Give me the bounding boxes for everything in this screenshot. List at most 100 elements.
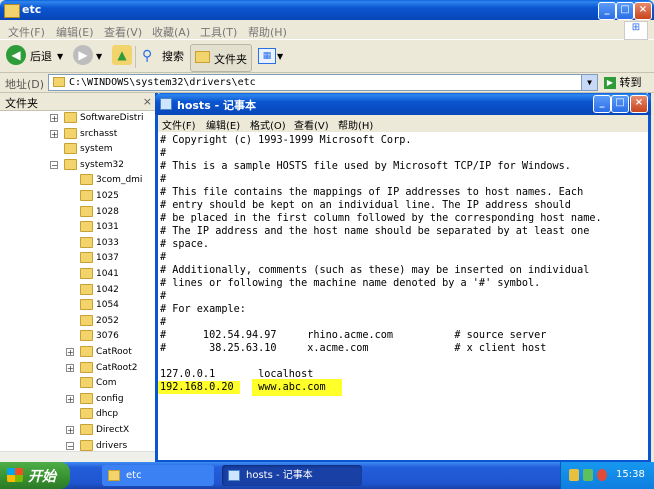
security-shield-icon[interactable] xyxy=(569,469,579,481)
tree-item[interactable]: 1041 xyxy=(0,267,156,281)
tree-item[interactable]: 3com_dmi xyxy=(0,173,156,187)
tree-item[interactable]: + config xyxy=(0,392,156,406)
system-tray: 15:38 xyxy=(560,462,654,489)
notepad-minimize-button[interactable]: _ xyxy=(593,95,611,113)
address-value: C:\WINDOWS\system32\drivers\etc xyxy=(69,77,256,88)
go-label: 转到 xyxy=(619,76,642,89)
notepad-menu-format[interactable]: 格式(O) xyxy=(250,117,286,132)
folder-icon xyxy=(80,439,93,451)
expand-toggle-icon[interactable]: − xyxy=(66,441,74,450)
start-button[interactable]: 开始 xyxy=(0,462,70,489)
notepad-text-area[interactable]: # Copyright (c) 1993-1999 Microsoft Corp… xyxy=(160,134,640,454)
expand-toggle-icon[interactable]: + xyxy=(66,426,74,435)
menu-edit[interactable]: 编辑(E) xyxy=(56,24,94,40)
notepad-menu-bar: 文件(F) 编辑(E) 格式(O) 查看(V) 帮助(H) xyxy=(158,115,648,132)
notepad-menu-help[interactable]: 帮助(H) xyxy=(338,117,373,132)
alert-icon[interactable] xyxy=(597,469,607,481)
folder-icon xyxy=(108,470,120,481)
forward-dropdown-icon[interactable]: ▼ xyxy=(96,45,102,69)
tree-item[interactable]: + DirectX xyxy=(0,423,156,437)
menu-help[interactable]: 帮助(H) xyxy=(248,24,287,40)
tree-item[interactable]: − system32 xyxy=(0,158,156,172)
tree-item[interactable]: Com xyxy=(0,376,156,390)
views-icon[interactable]: ▦ xyxy=(258,48,276,64)
folder-icon xyxy=(80,330,93,342)
tree-item-label: system32 xyxy=(80,159,124,170)
folder-icon xyxy=(80,236,93,248)
notepad-close-button[interactable]: × xyxy=(630,95,648,113)
go-button[interactable]: ▶ 转到 xyxy=(604,74,642,90)
folder-icon xyxy=(80,221,93,233)
explorer-toolbar: ◀ 后退 ▼ ▶ ▼ ▲ ⚲ 搜索 文件夹 ▦ ▼ xyxy=(0,41,654,73)
notepad-title: hosts - 记事本 xyxy=(177,99,256,112)
search-icon[interactable]: ⚲ xyxy=(142,48,152,64)
tree-item[interactable]: 1031 xyxy=(0,220,156,234)
toolbar-separator xyxy=(135,46,136,68)
tree-item[interactable]: 1033 xyxy=(0,236,156,250)
notepad-icon xyxy=(228,470,240,481)
taskbar-item-etc[interactable]: etc xyxy=(102,465,214,486)
expand-toggle-icon[interactable]: − xyxy=(50,160,58,169)
expand-toggle-icon[interactable]: + xyxy=(66,394,74,403)
network-icon[interactable] xyxy=(583,469,593,481)
tree-item[interactable]: 2052 xyxy=(0,314,156,328)
tree-item[interactable]: 1037 xyxy=(0,251,156,265)
folder-tree-scrollbar[interactable] xyxy=(0,451,156,462)
folder-icon xyxy=(64,127,77,139)
tree-item[interactable]: 1028 xyxy=(0,205,156,219)
notepad-maximize-button[interactable]: □ xyxy=(611,95,629,113)
folder-icon xyxy=(80,424,93,435)
tree-item[interactable]: 1042 xyxy=(0,283,156,297)
menu-file[interactable]: 文件(F) xyxy=(8,24,45,40)
folders-button[interactable]: 文件夹 xyxy=(190,44,252,72)
search-button[interactable]: 搜索 xyxy=(162,45,184,69)
tree-item-label: 1028 xyxy=(96,206,119,217)
tree-item-label: CatRoot xyxy=(96,347,132,357)
tree-item[interactable]: 1025 xyxy=(0,189,156,203)
tree-item[interactable]: + SoftwareDistri xyxy=(0,111,156,125)
expand-toggle-icon[interactable]: + xyxy=(50,114,58,123)
forward-arrow-icon[interactable]: ▶ xyxy=(73,45,93,65)
tree-item-label: drivers xyxy=(96,440,128,451)
tree-item[interactable]: + CatRoot xyxy=(0,345,156,359)
taskbar-item-hosts[interactable]: hosts - 记事本 xyxy=(222,465,362,486)
address-dropdown-icon[interactable]: ▼ xyxy=(581,75,597,90)
minimize-button[interactable]: _ xyxy=(598,2,616,20)
tree-item[interactable]: + CatRoot2 xyxy=(0,361,156,375)
views-dropdown-icon[interactable]: ▼ xyxy=(277,45,283,69)
notepad-title-bar[interactable]: hosts - 记事本 _ □ × xyxy=(155,93,651,115)
folder-icon xyxy=(64,158,77,170)
folder-icon xyxy=(80,268,93,279)
maximize-button[interactable]: □ xyxy=(616,2,634,20)
menu-view[interactable]: 查看(V) xyxy=(104,24,142,40)
expand-toggle-icon[interactable]: + xyxy=(50,129,58,138)
tree-item[interactable]: 3076 xyxy=(0,329,156,343)
address-bar: 地址(D) C:\WINDOWS\system32\drivers\etc ▼ … xyxy=(0,73,654,93)
up-folder-icon[interactable]: ▲ xyxy=(112,45,132,65)
tree-item[interactable]: + srchasst xyxy=(0,127,156,141)
tree-item[interactable]: 1054 xyxy=(0,298,156,312)
close-button[interactable]: × xyxy=(634,2,652,20)
explorer-title-bar[interactable]: etc _ □ × xyxy=(0,0,654,20)
back-dropdown-icon[interactable]: ▼ xyxy=(57,45,63,69)
go-arrow-icon: ▶ xyxy=(604,77,616,89)
tree-item[interactable]: system xyxy=(0,142,156,156)
notepad-menu-edit[interactable]: 编辑(E) xyxy=(206,117,240,132)
folders-pane-close-icon[interactable]: × xyxy=(143,95,152,108)
notepad-icon xyxy=(160,98,172,110)
tree-item[interactable]: − drivers xyxy=(0,439,156,451)
expand-toggle-icon[interactable]: + xyxy=(66,363,74,372)
folder-tree[interactable]: + SoftwareDistri + srchasst system − system32 3… xyxy=(0,111,156,451)
folder-icon xyxy=(64,112,77,123)
folder-icon xyxy=(64,143,77,155)
back-arrow-icon[interactable]: ◀ xyxy=(6,45,26,65)
tree-item[interactable]: dhcp xyxy=(0,407,156,421)
notepad-menu-file[interactable]: 文件(F) xyxy=(162,117,196,132)
expand-toggle-icon[interactable]: + xyxy=(66,348,74,357)
menu-tools[interactable]: 工具(T) xyxy=(200,24,237,40)
notepad-menu-view[interactable]: 查看(V) xyxy=(294,117,329,132)
back-button[interactable]: 后退 xyxy=(30,45,52,69)
address-input[interactable]: C:\WINDOWS\system32\drivers\etc ▼ xyxy=(48,74,598,91)
menu-favorites[interactable]: 收藏(A) xyxy=(152,24,190,40)
tree-item-label: srchasst xyxy=(80,128,118,139)
